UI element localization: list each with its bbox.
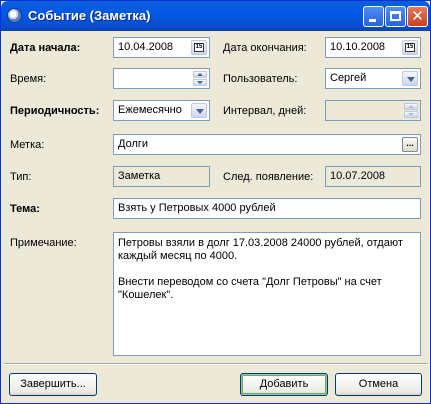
user-dropdown-button[interactable] [402, 71, 418, 86]
maximize-button[interactable] [385, 6, 406, 27]
tag-value: Долги [118, 138, 149, 150]
start-date-field[interactable]: 10.04.2008 15 [113, 37, 210, 58]
minimize-icon [369, 19, 376, 22]
user-label: Пользователь: [223, 73, 298, 85]
note-textarea[interactable]: Петровы взяли в долг 17.03.2008 24000 ру… [113, 232, 421, 356]
minimize-button[interactable] [363, 6, 384, 27]
title-bar[interactable]: Событие (Заметка) ✕ [1, 1, 430, 31]
subject-value: Взять у Петровых 4000 рублей [118, 202, 276, 214]
end-date-calendar-button[interactable]: 15 [402, 40, 418, 55]
subject-label: Тема: [10, 203, 40, 215]
chevron-down-icon [196, 109, 204, 114]
window-title: Событие (Заметка) [28, 8, 151, 23]
tag-label: Метка: [10, 139, 45, 151]
start-date-value: 10.04.2008 [118, 41, 174, 53]
start-date-label: Дата начала: [10, 42, 81, 54]
divider [4, 363, 428, 365]
spin-down-icon[interactable] [404, 111, 418, 118]
tag-field[interactable]: Долги ... [113, 134, 421, 155]
finish-button[interactable]: Завершить... [9, 373, 97, 396]
note-label: Примечание: [10, 237, 77, 249]
interval-label: Интервал, дней: [223, 105, 307, 117]
event-dialog: Событие (Заметка) ✕ Дата начала: 10.04.2… [0, 0, 431, 404]
time-spinner[interactable] [193, 71, 207, 86]
app-disc-icon [7, 8, 22, 23]
next-occurrence-label: След. появление: [223, 171, 314, 183]
periodicity-label: Периодичность: [10, 105, 100, 117]
next-occurrence-field: 10.07.2008 [325, 166, 421, 187]
add-button[interactable]: Добавить [240, 373, 328, 396]
interval-field[interactable] [325, 100, 421, 121]
calendar-icon: 15 [194, 43, 204, 52]
user-value: Сергей [330, 72, 367, 84]
subject-input[interactable]: Взять у Петровых 4000 рублей [113, 198, 421, 219]
calendar-icon: 15 [405, 43, 415, 52]
interval-spinner[interactable] [404, 103, 418, 118]
cancel-button[interactable]: Отмена [335, 373, 422, 396]
chevron-down-icon [407, 77, 415, 82]
end-date-label: Дата окончания: [223, 42, 307, 54]
close-button[interactable]: ✕ [407, 6, 428, 27]
user-select[interactable]: Сергей [325, 68, 421, 89]
start-date-calendar-button[interactable]: 15 [191, 40, 207, 55]
time-field[interactable] [113, 68, 210, 89]
type-field: Заметка [113, 166, 210, 187]
tag-browse-button[interactable]: ... [402, 137, 418, 152]
maximize-icon [390, 11, 401, 21]
spin-up-icon[interactable] [404, 103, 418, 110]
type-value: Заметка [118, 170, 161, 182]
periodicity-dropdown-button[interactable] [191, 103, 207, 118]
spin-up-icon[interactable] [193, 71, 207, 78]
type-label: Тип: [10, 171, 32, 183]
periodicity-select[interactable]: Ежемесячно [113, 100, 210, 121]
periodicity-value: Ежемесячно [118, 104, 182, 116]
spin-down-icon[interactable] [193, 79, 207, 86]
time-label: Время: [10, 73, 47, 85]
end-date-value: 10.10.2008 [330, 41, 386, 53]
close-icon: ✕ [411, 7, 424, 25]
end-date-field[interactable]: 10.10.2008 15 [325, 37, 421, 58]
next-occurrence-value: 10.07.2008 [330, 170, 386, 182]
